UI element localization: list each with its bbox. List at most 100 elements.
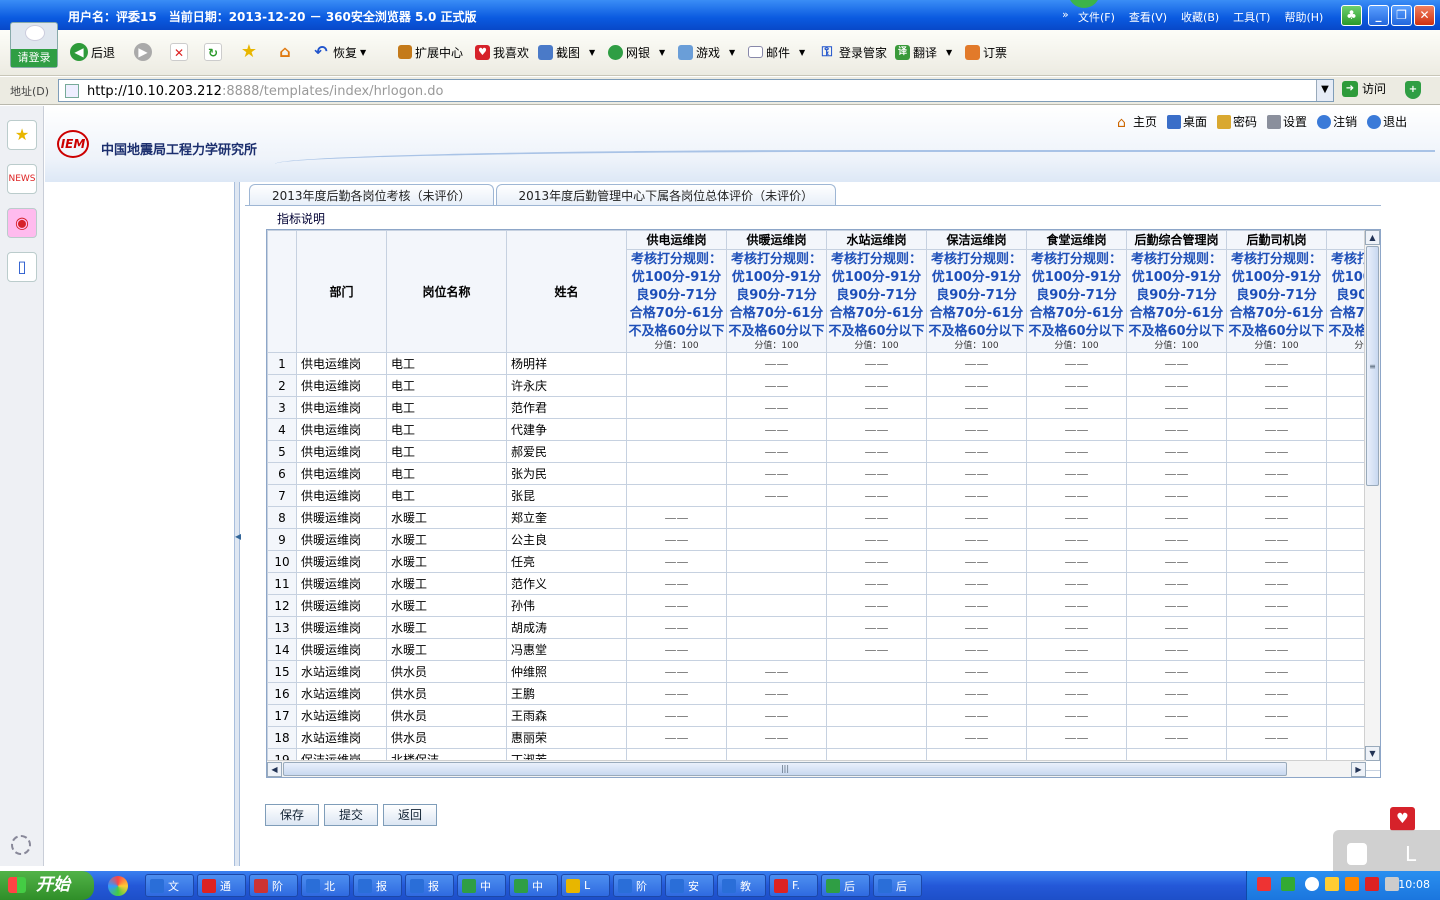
refresh-button[interactable]: ↻ bbox=[204, 41, 222, 63]
skin-icon[interactable]: ♣ bbox=[1341, 5, 1362, 26]
score-input-cell[interactable] bbox=[726, 528, 827, 551]
menu-view[interactable]: 查看(V) bbox=[1129, 9, 1167, 25]
quicklaunch-icon[interactable] bbox=[108, 876, 128, 896]
scroll-right-icon[interactable]: ▶ bbox=[1351, 762, 1366, 777]
taskbar-item[interactable]: F. bbox=[769, 874, 818, 897]
taskbar-item[interactable]: 中 bbox=[509, 874, 558, 897]
login-manager-button[interactable]: ⚿ 登录管家 bbox=[818, 41, 887, 63]
menu-tools[interactable]: 工具(T) bbox=[1233, 9, 1270, 25]
favorites-star-icon[interactable]: ★ bbox=[7, 120, 37, 150]
maximize-button[interactable]: ❐ bbox=[1391, 5, 1412, 26]
dropdown-arrow-icon[interactable]: ▼ bbox=[729, 48, 735, 57]
forward-button[interactable]: ▶ bbox=[134, 41, 152, 63]
score-input-cell[interactable] bbox=[626, 462, 727, 485]
weibo-icon[interactable]: ◉ bbox=[7, 208, 37, 238]
scroll-up-icon[interactable]: ▲ bbox=[1365, 230, 1380, 245]
menu-help[interactable]: 帮助(H) bbox=[1284, 9, 1323, 25]
restore-button[interactable]: ↶ 恢复 ▼ bbox=[312, 41, 366, 63]
score-input-cell[interactable] bbox=[826, 704, 927, 727]
score-input-cell[interactable] bbox=[726, 572, 827, 595]
indicator-description-link[interactable]: 指标说明 bbox=[277, 210, 325, 227]
return-button[interactable]: 返回 bbox=[383, 804, 437, 826]
tray-360-icon[interactable] bbox=[1365, 877, 1379, 891]
score-input-cell[interactable] bbox=[726, 506, 827, 529]
taskbar-item[interactable]: 通 bbox=[197, 874, 246, 897]
taskbar-item[interactable]: 报 bbox=[353, 874, 402, 897]
scroll-left-icon[interactable]: ◀ bbox=[267, 762, 282, 777]
save-button[interactable]: 保存 bbox=[265, 804, 319, 826]
minimize-button[interactable]: _ bbox=[1368, 5, 1389, 26]
score-input-cell[interactable] bbox=[626, 484, 727, 507]
taskbar-item[interactable]: 北 bbox=[301, 874, 350, 897]
tray-volume-icon[interactable] bbox=[1385, 877, 1399, 891]
scroll-down-icon[interactable]: ▼ bbox=[1365, 746, 1380, 761]
tray-im-icon[interactable] bbox=[1345, 877, 1359, 891]
url-dropdown-icon[interactable]: ▼ bbox=[1316, 80, 1333, 101]
taskbar-item[interactable]: 报 bbox=[405, 874, 454, 897]
home-button[interactable]: ⌂ bbox=[276, 41, 294, 63]
favorite-like-button[interactable]: ♥ 我喜欢 bbox=[475, 41, 529, 63]
vertical-scrollbar[interactable]: ▲ ≡ ▼ bbox=[1364, 230, 1380, 761]
submit-button[interactable]: 提交 bbox=[324, 804, 378, 826]
password-link[interactable]: 密码 bbox=[1217, 113, 1257, 130]
dropdown-arrow-icon[interactable]: ▼ bbox=[589, 48, 595, 57]
tray-s-icon[interactable] bbox=[1257, 877, 1271, 891]
taskbar-item[interactable]: 中 bbox=[457, 874, 506, 897]
menu-file[interactable]: 文件(F) bbox=[1078, 9, 1115, 25]
favorites-star-button[interactable]: ★ bbox=[240, 41, 258, 63]
url-input[interactable]: http://10.10.203.212:8888/templates/inde… bbox=[58, 79, 1334, 102]
taskbar-item[interactable]: 安 bbox=[665, 874, 714, 897]
score-input-cell[interactable] bbox=[726, 594, 827, 617]
score-input-cell[interactable] bbox=[626, 396, 727, 419]
taskbar-item[interactable]: 文 bbox=[145, 874, 194, 897]
login-label[interactable]: 请登录 bbox=[11, 49, 57, 67]
taskbar-item[interactable]: 阶 bbox=[249, 874, 298, 897]
panel-splitter[interactable]: ◀ bbox=[234, 182, 241, 866]
score-input-cell[interactable] bbox=[726, 638, 827, 661]
desktop-link[interactable]: 桌面 bbox=[1167, 113, 1207, 130]
score-input-cell[interactable] bbox=[826, 682, 927, 705]
score-input-cell[interactable] bbox=[626, 374, 727, 397]
horizontal-scroll-thumb[interactable]: ||| bbox=[283, 762, 1287, 776]
home-link[interactable]: ⌂ 主页 bbox=[1117, 113, 1157, 131]
news-icon[interactable]: NEWS bbox=[7, 164, 37, 194]
score-input-cell[interactable] bbox=[826, 660, 927, 683]
score-input-cell[interactable] bbox=[626, 352, 727, 375]
go-button[interactable]: ➜ 访问 bbox=[1342, 80, 1386, 97]
stop-button[interactable]: ✕ bbox=[170, 41, 188, 63]
dropdown-arrow-icon[interactable]: ▼ bbox=[360, 48, 366, 57]
score-input-cell[interactable] bbox=[626, 440, 727, 463]
dropdown-arrow-icon[interactable]: ▼ bbox=[946, 48, 952, 57]
score-input-cell[interactable] bbox=[826, 726, 927, 749]
screenshot-button[interactable]: 截图 ▼ bbox=[538, 41, 595, 63]
tray-chevron-icon[interactable] bbox=[1305, 877, 1319, 891]
tray-network-icon[interactable] bbox=[1325, 877, 1339, 891]
dropdown-arrow-icon[interactable]: ▼ bbox=[659, 48, 665, 57]
games-button[interactable]: 游戏 ▼ bbox=[678, 41, 735, 63]
mobile-icon[interactable]: ▯ bbox=[7, 252, 37, 282]
tray-battery-icon[interactable] bbox=[1281, 877, 1295, 891]
score-input-cell[interactable] bbox=[626, 418, 727, 441]
ext-center-button[interactable]: 扩展中心 bbox=[398, 41, 463, 63]
tab-overall-evaluation[interactable]: 2013年度后勤管理中心下属各岗位总体评价（未评价） bbox=[495, 184, 837, 206]
shield-icon[interactable]: + bbox=[1405, 81, 1421, 99]
gear-icon[interactable] bbox=[11, 835, 31, 855]
exit-link[interactable]: 退出 bbox=[1367, 113, 1407, 130]
tab-post-assessment[interactable]: 2013年度后勤各岗位考核（未评价） bbox=[249, 184, 494, 206]
tickets-button[interactable]: 订票 bbox=[965, 41, 1007, 63]
taskbar-item[interactable]: L bbox=[561, 874, 610, 897]
menu-chevron-icon[interactable]: » bbox=[1062, 8, 1069, 21]
start-button[interactable]: 开始 bbox=[0, 871, 94, 900]
logout-link[interactable]: 注销 bbox=[1317, 113, 1357, 130]
mail-button[interactable]: 邮件 ▼ bbox=[748, 41, 805, 63]
taskbar-item[interactable]: 阶 bbox=[613, 874, 662, 897]
ebank-button[interactable]: 网银 ▼ bbox=[608, 41, 665, 63]
close-button[interactable]: ✕ bbox=[1414, 5, 1435, 26]
menu-favorites[interactable]: 收藏(B) bbox=[1181, 9, 1219, 25]
score-input-cell[interactable] bbox=[726, 550, 827, 573]
horizontal-scrollbar[interactable]: ◀ ||| ▶ bbox=[267, 760, 1366, 777]
heart-icon[interactable]: ♥ bbox=[1390, 807, 1415, 831]
score-input-cell[interactable] bbox=[726, 616, 827, 639]
taskbar-item[interactable]: 后 bbox=[873, 874, 922, 897]
settings-link[interactable]: 设置 bbox=[1267, 113, 1307, 130]
